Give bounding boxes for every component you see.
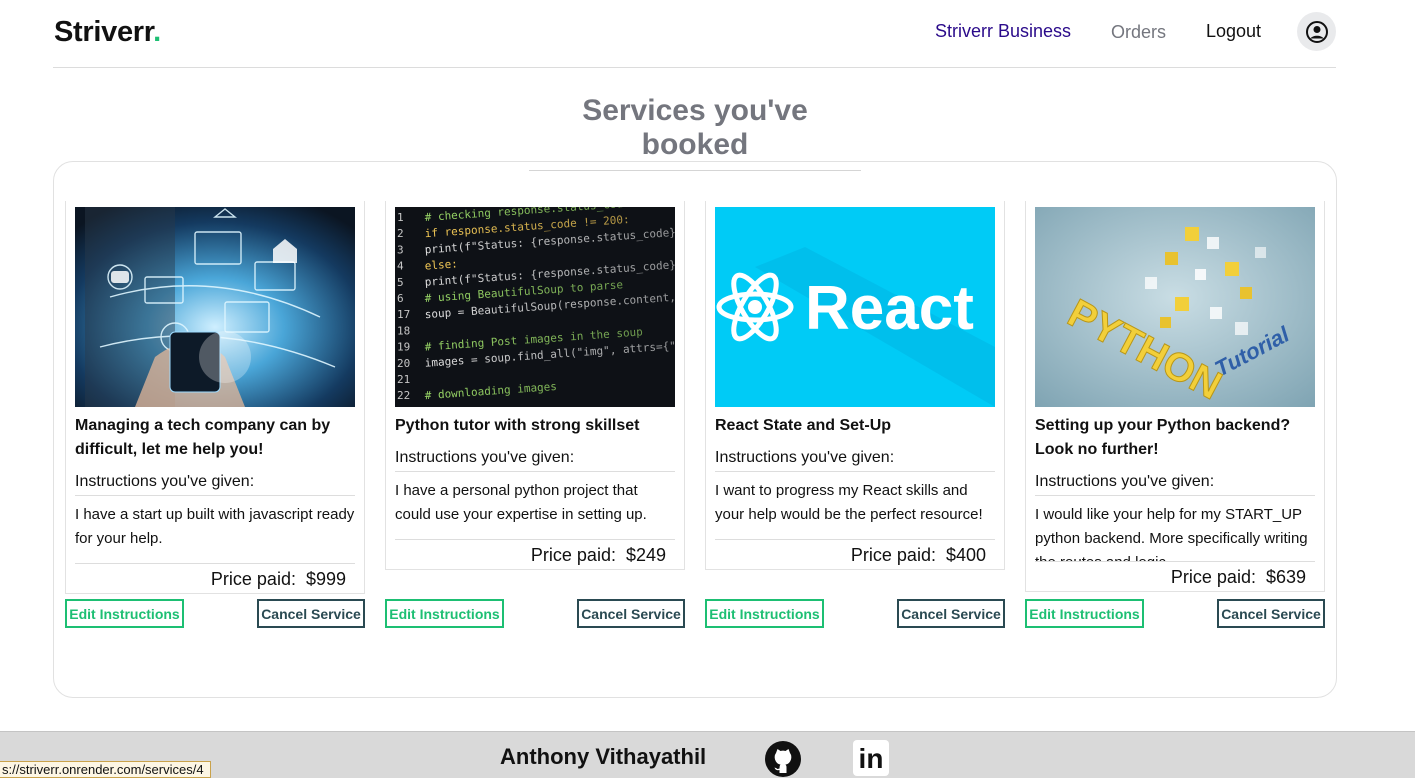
instructions-text: I have a start up built with javascript … xyxy=(75,496,355,564)
service-card: Managing a tech company can by difficult… xyxy=(65,201,365,594)
service-title: Python tutor with strong skillset xyxy=(395,417,640,434)
footer-author-name: Anthony Vithayathil xyxy=(500,744,707,769)
nav-logout[interactable]: Logout xyxy=(1206,21,1261,42)
user-circle-icon xyxy=(1305,20,1328,43)
footer: Anthony Vithayathil in xyxy=(0,731,1415,778)
cancel-service-button[interactable]: Cancel Service xyxy=(1217,599,1325,628)
linkedin-icon-text: in xyxy=(859,743,884,774)
price-amount: $639 xyxy=(1265,567,1306,587)
services-container: Managing a tech company can by difficult… xyxy=(53,161,1337,698)
python-tutorial-image[interactable]: PYTHON Tutorial xyxy=(1035,207,1315,407)
edit-instructions-button[interactable]: Edit Instructions xyxy=(65,599,184,628)
service-title: React State and Set-Up xyxy=(715,417,892,434)
github-icon xyxy=(765,741,801,777)
service-card-body: 1 # checking response.status_code 2 if resp… xyxy=(385,201,685,570)
nav-orders[interactable]: Orders xyxy=(1111,22,1166,43)
linkedin-link[interactable]: in xyxy=(853,740,889,776)
python-code-image[interactable]: 1 # checking response.status_code 2 if resp… xyxy=(395,207,675,407)
service-card-body: Managing a tech company can by difficult… xyxy=(65,201,365,594)
page: Striverr. Striverr Business Orders Logou… xyxy=(0,0,1415,778)
price-paid: Price paid: $400 xyxy=(850,545,986,565)
service-card: 1 # checking response.status_code 2 if resp… xyxy=(385,201,685,570)
tech-network-image[interactable] xyxy=(75,207,355,407)
linkedin-icon: in xyxy=(853,740,889,776)
cancel-service-button[interactable]: Cancel Service xyxy=(257,599,365,628)
service-title: Managing a tech company can by difficult… xyxy=(75,417,331,458)
service-card: PYTHON Tutorial Setting up your Python b… xyxy=(1025,201,1325,592)
instructions-label: Instructions you've given: xyxy=(715,446,995,472)
price-amount: $999 xyxy=(305,569,346,589)
instructions-label: Instructions you've given: xyxy=(1035,470,1315,496)
service-card: React React State and Set-Up Instruction… xyxy=(705,201,1005,570)
edit-instructions-button[interactable]: Edit Instructions xyxy=(1025,599,1144,628)
instructions-text: I have a personal python project that co… xyxy=(395,472,675,540)
service-card-body: PYTHON Tutorial Setting up your Python b… xyxy=(1025,201,1325,592)
react-image-text: React xyxy=(805,274,974,343)
github-link[interactable] xyxy=(764,740,802,778)
price-paid: Price paid: $639 xyxy=(1170,567,1306,587)
price-amount: $400 xyxy=(945,545,986,565)
edit-instructions-button[interactable]: Edit Instructions xyxy=(705,599,824,628)
edit-instructions-button[interactable]: Edit Instructions xyxy=(385,599,504,628)
header: Striverr. Striverr Business Orders Logou… xyxy=(53,0,1336,68)
react-logo-image[interactable]: React xyxy=(715,207,995,407)
price-amount: $249 xyxy=(625,545,666,565)
instructions-label: Instructions you've given: xyxy=(395,446,675,472)
price-paid: Price paid: $999 xyxy=(210,569,346,589)
page-title: Services you've booked xyxy=(529,94,861,171)
service-card-body: React React State and Set-Up Instruction… xyxy=(705,201,1005,570)
instructions-text[interactable]: I would like your help for my START_UP p… xyxy=(1035,496,1315,562)
price-paid: Price paid: $249 xyxy=(530,545,666,565)
nav-striverr-business[interactable]: Striverr Business xyxy=(935,21,1071,42)
cancel-service-button[interactable]: Cancel Service xyxy=(577,599,685,628)
logo[interactable]: Striverr. xyxy=(54,16,161,49)
cancel-service-button[interactable]: Cancel Service xyxy=(897,599,1005,628)
instructions-text: I want to progress my React skills and y… xyxy=(715,472,995,540)
service-title: Setting up your Python backend? Look no … xyxy=(1035,417,1291,458)
user-avatar[interactable] xyxy=(1297,12,1336,51)
instructions-label: Instructions you've given: xyxy=(75,470,355,496)
status-bar-url: s://striverr.onrender.com/services/4 xyxy=(0,761,211,778)
